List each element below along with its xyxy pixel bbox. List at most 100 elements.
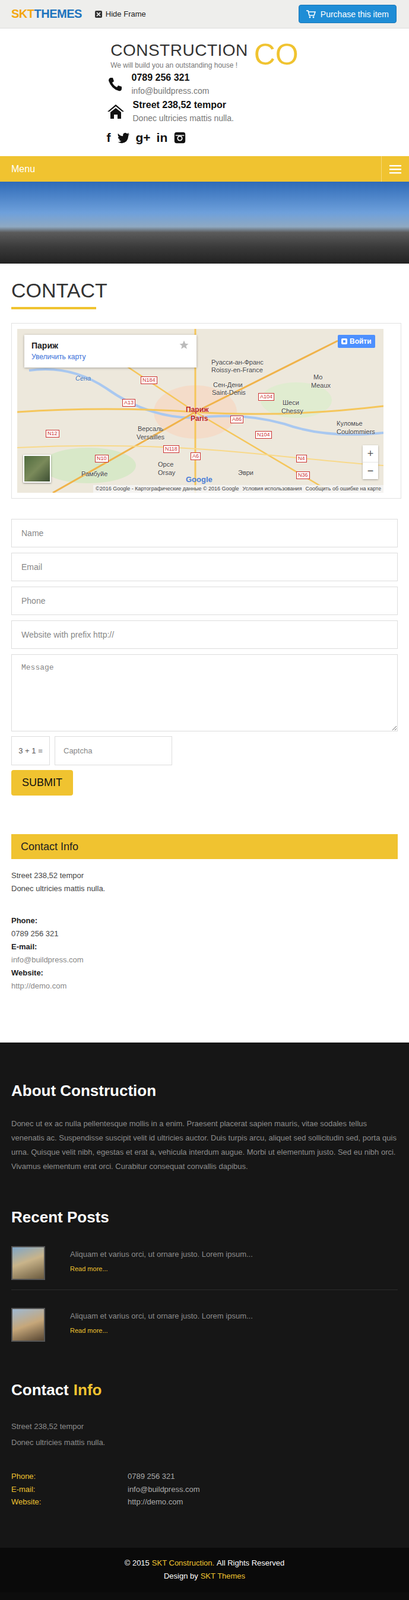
contact-info-item: E-mail:info@buildpress.com <box>11 940 398 967</box>
recent-post: Aliquam et varius orci, ut ornare justo.… <box>11 1289 398 1352</box>
captcha-question: 3 + 1 = <box>11 736 50 766</box>
map-label: Orsay <box>157 468 176 477</box>
text-field[interactable] <box>11 586 398 615</box>
report-link[interactable]: Сообщить об ошибке на карте <box>305 484 382 493</box>
map-label: N10 <box>94 454 109 463</box>
read-more-link[interactable]: Read more... <box>70 1262 253 1275</box>
text-field[interactable] <box>11 518 398 548</box>
map-label: Сен-Дени <box>213 381 243 389</box>
text-field[interactable] <box>11 552 398 582</box>
submit-button[interactable]: SUBMIT <box>11 769 74 796</box>
message-field[interactable] <box>11 654 398 732</box>
contact-form: 3 + 1 = SUBMIT <box>11 518 398 796</box>
header-phone: 0789 256 321info@buildpress.com <box>106 71 303 98</box>
twitter-bird-icon[interactable] <box>116 131 131 145</box>
satellite-toggle[interactable] <box>23 454 52 483</box>
zoom-control: +− <box>362 445 379 480</box>
map-label: Roissy-en-France <box>211 366 263 374</box>
map-label: Paris <box>190 414 208 423</box>
footer-address: Street 238,52 temporDonec ultricies matt… <box>11 1418 398 1451</box>
contact-info-title: Contact Info <box>11 834 398 859</box>
map-label: N36 <box>296 471 310 480</box>
contact-info-value[interactable]: info@buildpress.com <box>11 953 398 967</box>
map-label: Chessy <box>281 407 304 415</box>
footer-contact-item: Website:http://demo.com <box>11 1495 398 1509</box>
copyright-bar: © 2015SKT Construction.All Rights Reserv… <box>0 1547 409 1593</box>
terms-link[interactable]: Условия использования <box>242 484 303 493</box>
social-links: f g+ in <box>106 130 303 145</box>
cart-icon <box>306 10 316 19</box>
footer: About Construction Donec ut ex ac nulla p… <box>0 1042 409 1548</box>
map-label: N184 <box>140 376 158 385</box>
map-label: N4 <box>296 454 307 463</box>
content: CONTACT Сена Руасси-ан-ФрансRoissy-en-Fran… <box>0 263 409 1043</box>
map-label: Versailles <box>136 433 165 442</box>
page: SKTTHEMES Hide Frame Purchase this item CON… <box>0 0 409 1593</box>
site-logo[interactable]: CONSTRUCTIONWe will build you an outstan… <box>106 39 303 71</box>
map-label: Coulommiers <box>336 427 376 436</box>
skt-logo[interactable]: SKTTHEMES <box>11 7 82 21</box>
map-label: A6 <box>190 452 201 461</box>
brand-link[interactable]: SKT Construction. <box>151 1556 215 1570</box>
contact-info-value[interactable]: http://demo.com <box>11 979 398 993</box>
zoom-out-button[interactable]: − <box>362 461 379 480</box>
tagline: We will build you an outstanding house ! <box>110 60 249 71</box>
map-label: Париж <box>185 406 209 414</box>
sign-in-button[interactable]: Войти <box>337 334 376 348</box>
place-card: ПарижУвеличить карту <box>24 334 197 368</box>
star-icon[interactable] <box>178 339 190 351</box>
map-label: A13 <box>122 398 136 407</box>
menu-button[interactable] <box>381 156 409 182</box>
map-label: A86 <box>230 415 244 424</box>
enlarge-map-link[interactable]: Увеличить карту <box>31 351 86 363</box>
map-label: N12 <box>45 429 60 438</box>
zoom-in-button[interactable]: + <box>362 445 379 462</box>
home-icon <box>106 103 125 120</box>
map-label: Руасси-ан-Франс <box>211 358 264 367</box>
footer-contact-title: ContactInfo <box>11 1380 398 1400</box>
menu-toggle[interactable]: Menu <box>11 163 36 175</box>
map-label: Meaux <box>311 381 331 390</box>
header-address: Street 238,52 temporDonec ultricies matt… <box>106 98 303 125</box>
contact-info-item: Website:http://demo.com <box>11 966 398 993</box>
hero-image <box>0 181 409 264</box>
google-logo: Google <box>185 474 213 484</box>
captcha-field[interactable] <box>54 736 173 766</box>
recent-posts-title: Recent Posts <box>11 1207 398 1227</box>
map[interactable]: Сена Руасси-ан-ФрансRoissy-en-France Сен-Д… <box>17 328 384 493</box>
instagram-camera-icon[interactable] <box>173 131 187 145</box>
menu-bar: Menu <box>0 156 409 182</box>
designer-link[interactable]: SKT Themes <box>200 1569 246 1583</box>
google-plus-icon <box>341 338 348 345</box>
hide-frame-link[interactable]: Hide Frame <box>94 9 147 19</box>
map-label: Сена <box>75 374 91 383</box>
read-more-link[interactable]: Read more... <box>70 1324 253 1337</box>
about-text: Donec ut ex ac nulla pellentesque mollis… <box>11 1116 398 1174</box>
map-label: Шеси <box>282 398 300 407</box>
contact-info-value: 0789 256 321 <box>11 927 398 941</box>
map-label: Версаль <box>137 425 164 433</box>
about-title: About Construction <box>11 1080 398 1100</box>
phone-icon <box>106 75 124 93</box>
top-bar: SKTTHEMES Hide Frame Purchase this item <box>0 0 409 29</box>
post-thumbnail[interactable] <box>11 1245 46 1280</box>
social-letter-icon[interactable]: g+ <box>135 130 151 145</box>
map-label: Орсе <box>157 460 174 469</box>
social-letter-icon[interactable]: in <box>156 130 168 145</box>
purchase-button[interactable]: Purchase this item <box>298 4 397 24</box>
site-header: CONSTRUCTIONWe will build you an outstan… <box>0 28 409 157</box>
map-label: Saint-Denis <box>211 388 246 397</box>
hamburger-icon <box>389 164 402 174</box>
footer-contact-item: Phone:0789 256 321 <box>11 1469 398 1483</box>
title-underline <box>11 306 97 310</box>
social-letter-icon[interactable]: f <box>106 130 112 145</box>
footer-contact-item: E-mail:info@buildpress.com <box>11 1482 398 1496</box>
map-label: Куломье <box>336 419 363 428</box>
map-label: Мо <box>313 373 323 382</box>
post-thumbnail[interactable] <box>11 1307 46 1342</box>
text-field[interactable] <box>11 620 398 649</box>
map-label: Эври <box>238 468 254 477</box>
page-title: CONTACT <box>11 278 398 303</box>
map-label: N118 <box>163 445 180 453</box>
map-label: N104 <box>255 430 272 439</box>
